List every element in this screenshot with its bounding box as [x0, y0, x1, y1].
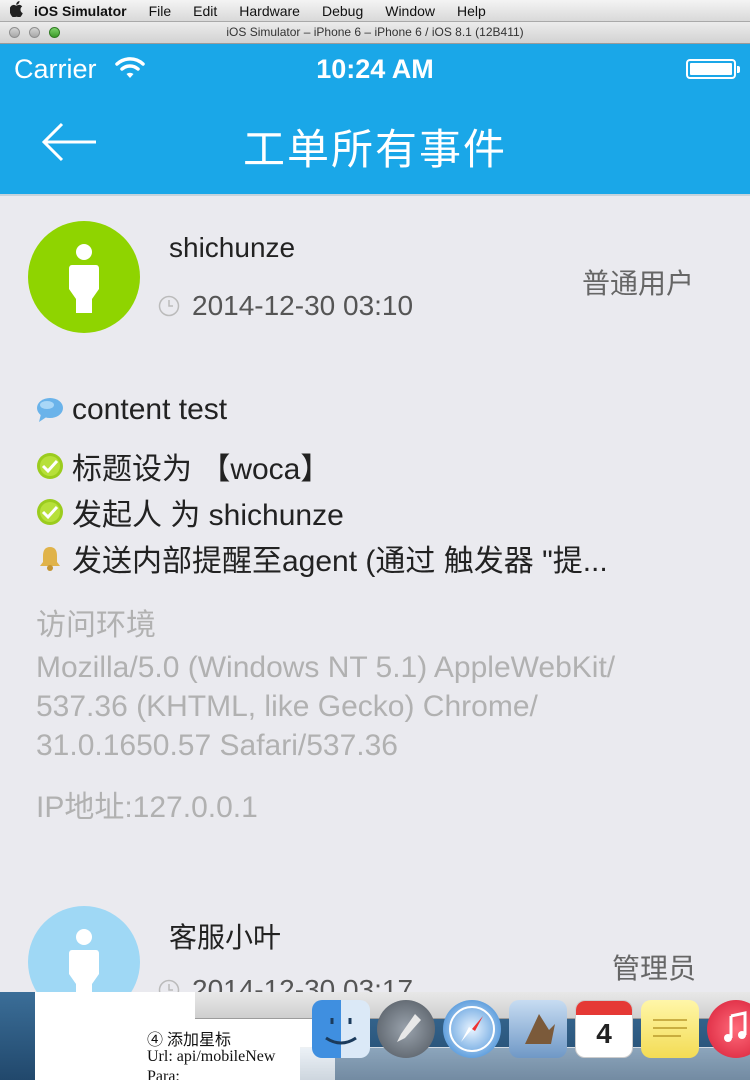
clock-icon — [158, 295, 180, 317]
user-agent-line: 31.0.1650.57 Safari/537.36 — [36, 729, 398, 762]
document-line: Url: api/mobileNew — [147, 1048, 276, 1065]
event-time: 2014-12-30 03:17 — [158, 974, 413, 992]
speech-bubble-icon — [36, 396, 64, 424]
mac-menu-bar: iOS Simulator File Edit Hardware Debug W… — [0, 0, 750, 22]
ios-status-bar: Carrier 10:24 AM — [0, 44, 750, 94]
event-action: 发起人 为 shichunze — [36, 490, 344, 534]
event-user-role: 普通用户 — [582, 268, 695, 299]
window-title: iOS Simulator – iPhone 6 – iPhone 6 / iO… — [226, 25, 524, 39]
calendar-icon[interactable]: 4 — [575, 1000, 633, 1058]
green-check-icon — [36, 452, 64, 480]
stickies-icon[interactable] — [641, 1000, 699, 1058]
menu-debug[interactable]: Debug — [322, 3, 363, 19]
user-agent-line: Mozilla/5.0 (Windows NT 5.1) AppleWebKit… — [36, 651, 616, 684]
menu-window[interactable]: Window — [385, 3, 435, 19]
menu-edit[interactable]: Edit — [193, 3, 217, 19]
environment-label: 访问环境 — [36, 609, 156, 642]
avatar[interactable] — [28, 221, 140, 333]
window-zoom-button[interactable] — [49, 27, 60, 38]
apple-menu-icon[interactable] — [0, 0, 34, 21]
user-silhouette-icon — [69, 244, 99, 313]
desktop-background: ④ 添加星标 Url: api/mobileNew Para: 4 — [0, 992, 750, 1080]
window-minimize-button[interactable] — [29, 27, 40, 38]
user-silhouette-icon — [69, 929, 99, 992]
window-title-bar: iOS Simulator – iPhone 6 – iPhone 6 / iO… — [0, 22, 750, 44]
event-user-name: shichunze — [169, 232, 296, 263]
battery-icon — [686, 59, 740, 79]
clock-icon — [158, 979, 180, 992]
event-content-text: content test — [72, 393, 228, 426]
event-time-text: 2014-12-30 03:10 — [192, 290, 414, 321]
event-action-text: 发送内部提醒至agent (通过 触发器 "提... — [72, 545, 608, 578]
green-check-icon — [36, 498, 64, 526]
bell-icon — [36, 544, 64, 572]
event-action-text: 标题设为 【woca】 — [72, 453, 331, 486]
safari-icon[interactable] — [443, 1000, 501, 1058]
preview-icon[interactable] — [509, 1000, 567, 1058]
document-line: Para: — [147, 1068, 180, 1080]
navigation-bar: 工单所有事件 — [0, 94, 750, 196]
ip-address: IP地址:127.0.0.1 — [36, 791, 258, 824]
menu-help[interactable]: Help — [457, 3, 486, 19]
menu-app-name[interactable]: iOS Simulator — [34, 3, 127, 19]
window-close-button[interactable] — [9, 27, 20, 38]
menu-hardware[interactable]: Hardware — [239, 3, 300, 19]
event-action-text: 发起人 为 shichunze — [72, 499, 344, 532]
avatar[interactable] — [28, 906, 140, 992]
event-content: content test — [36, 393, 227, 427]
finder-icon[interactable] — [312, 1000, 370, 1058]
status-time: 10:24 AM — [316, 54, 434, 84]
launchpad-icon[interactable] — [377, 1000, 435, 1058]
user-agent-line: 537.36 (KHTML, like Gecko) Chrome/ — [36, 690, 538, 723]
document-line: ④ 添加星标 — [147, 1032, 232, 1049]
event-action: 标题设为 【woca】 — [36, 444, 330, 488]
event-action: 发送内部提醒至agent (通过 触发器 "提... — [36, 536, 608, 580]
menu-file[interactable]: File — [149, 3, 172, 19]
event-time-text: 2014-12-30 03:17 — [192, 974, 414, 992]
event-user-name: 客服小叶 — [169, 922, 282, 953]
page-title: 工单所有事件 — [242, 126, 507, 173]
simulator-screen: Carrier 10:24 AM 工单所有事件 shichunze 普通用户 2… — [0, 44, 750, 992]
event-user-role: 管理员 — [612, 953, 697, 984]
itunes-icon[interactable] — [707, 1000, 750, 1058]
event-time: 2014-12-30 03:10 — [158, 290, 413, 322]
calendar-day: 4 — [596, 1018, 612, 1049]
